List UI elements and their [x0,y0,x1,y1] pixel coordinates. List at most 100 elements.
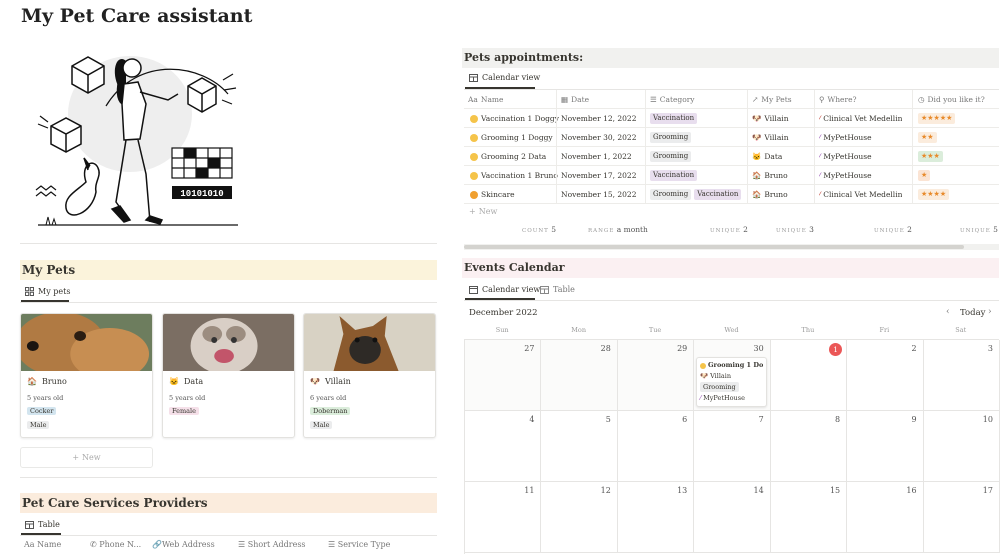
rating-tag: ★★★★★ [918,113,956,124]
today-button[interactable]: Today [960,308,985,318]
calendar-event-card[interactable]: Grooming 1 Do... 🐶Villain Grooming ⁄MyPe… [696,357,767,407]
cat-icon: 🐱 [169,377,179,386]
calendar-day-cell[interactable]: 2 [847,340,924,411]
col-date[interactable]: ▦ Date [561,90,589,109]
category-tag: Grooming [650,132,692,143]
col-service[interactable]: ☰ Service Type [328,540,390,549]
calendar-day-cell[interactable]: 1 [770,340,848,411]
new-appointment-button[interactable]: + New [469,207,497,216]
table-row[interactable]: Vaccination 1 Doggy November 12, 2022 Va… [464,109,999,128]
col-phone[interactable]: ✆ Phone N... [90,540,141,549]
tab-calendar-view[interactable]: Calendar view [469,73,540,82]
calendar-day-cell[interactable]: 7 [694,411,771,482]
plus-icon: + [469,207,476,216]
pet-card-data[interactable]: 🐱 Data 5 years old Female [162,313,295,438]
calendar-day-cell[interactable]: 10 [923,411,1000,482]
pet-photo [163,314,294,374]
calc-unique[interactable]: UNIQUE 5 [960,225,998,234]
calendar-day-cell[interactable]: 9 [847,411,924,482]
category-tag: Grooming [650,151,692,162]
table-row[interactable]: Skincare November 15, 2022 Grooming Vacci… [464,185,999,204]
tab-table[interactable]: Table [540,285,575,294]
day-number: 5 [605,415,611,424]
col-web[interactable]: 🔗Web Address [152,540,215,549]
tab-table[interactable]: Table [25,520,60,529]
divider [20,302,437,303]
col-name[interactable]: Aa Name [24,540,61,549]
calendar-day-cell[interactable]: 6 [617,411,695,482]
calc-unique[interactable]: UNIQUE 3 [776,225,814,234]
calendar-day-cell[interactable]: 27 [465,340,542,411]
calendar-day-cell[interactable]: 5 [541,411,618,482]
divider [20,477,437,478]
weekday-label: Tue [648,326,662,334]
pet-age: 5 years old [27,394,64,402]
calendar-icon: ▦ [561,95,569,104]
table-row[interactable]: Grooming 1 Doggy November 30, 2022 Groom… [464,128,999,147]
calendar-day-cell[interactable]: 3 [923,340,1000,411]
calc-range[interactable]: RANGE a month [588,225,648,234]
col-address[interactable]: ☰ Short Address [238,540,306,549]
calendar-day-cell[interactable]: 8 [770,411,848,482]
day-number: 8 [835,415,841,424]
smiley-icon [470,114,478,123]
weekday-label: Sun [495,326,509,334]
pen-icon: ⁄ [819,133,821,142]
day-number: 15 [829,486,841,495]
pet-name: Bruno [41,377,67,386]
divider [20,243,437,244]
chevron-right-icon[interactable]: › [988,307,992,317]
category-tag: Vaccination [694,189,742,200]
pet-card-villain[interactable]: 🐶 Villain 6 years old Doberman Male [303,313,436,438]
calendar-day-cell[interactable]: 12 [541,482,618,553]
col-name[interactable]: Aa Name [468,90,503,109]
calendar-day-cell[interactable]: 14 [694,482,771,553]
calendar-day-cell[interactable]: 13 [617,482,695,553]
col-category[interactable]: ☰ Category [650,90,695,109]
dog-icon: 🐶 [752,133,762,142]
day-number: 12 [600,486,611,495]
appointments-header-row: Aa Name ▦ Date ☰ Category ↗ My Pets ⚲ Where? … [464,90,999,109]
calendar-day-cell[interactable]: 11 [465,482,542,553]
day-number: 29 [677,344,688,353]
day-number: 30 [753,344,764,353]
calendar-day-cell[interactable]: 4 [465,411,542,482]
plus-icon: + [72,453,80,462]
day-number: 13 [677,486,688,495]
pen-icon: ⁄ [700,394,702,402]
category-tag: Grooming [700,382,739,392]
day-number: 27 [524,344,535,353]
calc-unique[interactable]: UNIQUE 2 [710,225,748,234]
tab-calendar-view[interactable]: Calendar view [469,285,540,294]
new-pet-button[interactable]: + New [20,447,153,468]
pet-photo [21,314,152,380]
calendar-day-cell[interactable]: 15 [770,482,848,553]
tab-my-pets[interactable]: My pets [25,287,70,296]
pen-icon: ⁄ [819,152,821,161]
smiley-icon [470,133,478,142]
smiley-icon [470,190,478,199]
calendar-day-cell[interactable]: 29 [617,340,695,411]
table-row[interactable]: Grooming 2 Data November 1, 2022 Groomin… [464,147,999,166]
col-where[interactable]: ⚲ Where? [819,90,857,109]
col-liked[interactable]: ◷ Did you like it? [918,90,985,109]
calendar-day-cell[interactable]: 28 [541,340,618,411]
calc-count[interactable]: COUNT 5 [522,225,556,234]
calendar-icon [469,285,478,294]
day-number: 14 [753,486,764,495]
pet-age: 5 years old [169,394,206,402]
scrollbar-thumb[interactable] [464,245,964,249]
pet-card-bruno[interactable]: 🏠 Bruno 5 years old Cocker Male [20,313,153,438]
table-icon [469,73,478,82]
calendar-day-cell[interactable]: 17 [923,482,1000,553]
calc-unique[interactable]: UNIQUE 2 [874,225,912,234]
calendar-day-cell[interactable]: 16 [847,482,924,553]
category-tag: Vaccination [650,170,698,181]
table-row[interactable]: Vaccination 1 Bruno November 17, 2022 Va… [464,166,999,185]
col-my-pets[interactable]: ↗ My Pets [752,90,792,109]
horizontal-scrollbar[interactable] [464,244,999,250]
today-day-number: 1 [829,343,843,356]
pen-icon: ⁄ [819,171,821,180]
rating-tag: ★★ [918,132,937,143]
chevron-left-icon[interactable]: ‹ [946,307,950,317]
